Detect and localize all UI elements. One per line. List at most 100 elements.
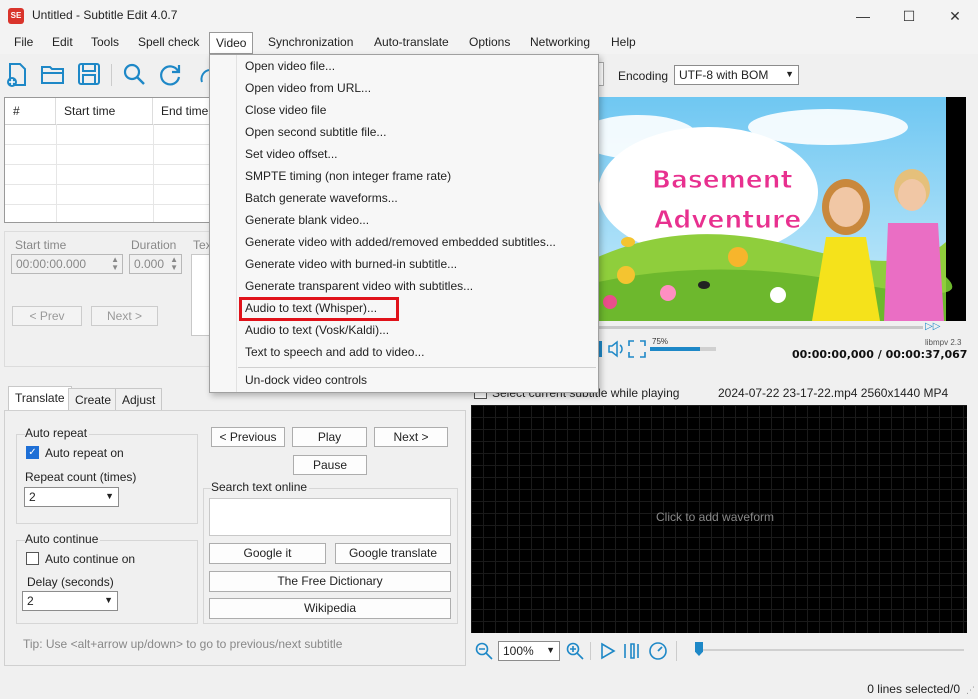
menu-synchronization[interactable]: Synchronization	[266, 35, 355, 49]
column-number[interactable]: #	[5, 98, 56, 124]
grid-header-divider	[5, 124, 211, 125]
search-icon[interactable]	[121, 62, 147, 88]
menu-bar: File Edit Tools Spell check Video Synchr…	[0, 32, 978, 54]
subtitle-grid[interactable]: # Start time End time	[4, 97, 211, 223]
menu-set-video-offset[interactable]: Set video offset...	[245, 143, 338, 165]
menu-help[interactable]: Help	[609, 35, 638, 49]
save-icon[interactable]	[76, 62, 102, 88]
search-text-input[interactable]	[209, 498, 451, 536]
next-button[interactable]: Next >	[91, 306, 158, 326]
minimize-button[interactable]: —	[840, 0, 886, 32]
video-preview[interactable]: Basement Adventure	[598, 97, 966, 321]
video-seek-bar[interactable]	[598, 326, 923, 329]
text-input[interactable]	[191, 254, 211, 336]
tab-adjust[interactable]: Adjust	[115, 388, 163, 410]
waveform-position-slider[interactable]	[698, 649, 964, 651]
waveform-area[interactable]: Click to add waveform	[471, 405, 967, 633]
partial-toolbar-icon[interactable]	[192, 64, 211, 86]
prev-button[interactable]: < Prev	[12, 306, 82, 326]
repeat-count-label: Repeat count (times)	[25, 470, 137, 484]
zoom-out-icon[interactable]	[475, 642, 493, 663]
encoding-select[interactable]: UTF-8 with BOM ▼	[674, 65, 799, 85]
resize-grip-icon[interactable]: ⋰	[966, 685, 975, 696]
zoom-value: 100%	[503, 644, 534, 658]
fullscreen-icon[interactable]	[628, 340, 646, 361]
chevron-down-icon: ▼	[104, 595, 113, 605]
menu-networking[interactable]: Networking	[528, 35, 592, 49]
volume-slider[interactable]	[650, 347, 716, 351]
pause-icon[interactable]	[623, 642, 641, 663]
tab-create[interactable]: Create	[68, 388, 119, 410]
menu-generate-burned-in[interactable]: Generate video with burned-in subtitle..…	[245, 253, 457, 275]
window-title: Untitled - Subtitle Edit 4.0.7	[32, 8, 178, 22]
menu-open-second-subtitle[interactable]: Open second subtitle file...	[245, 121, 386, 143]
repeat-count-value: 2	[29, 490, 36, 504]
menu-text-to-speech[interactable]: Text to speech and add to video...	[245, 341, 424, 363]
pause-button[interactable]: Pause	[293, 455, 367, 475]
app-icon: SE	[8, 8, 24, 24]
open-folder-icon[interactable]	[40, 62, 66, 88]
menu-tools[interactable]: Tools	[89, 35, 121, 49]
play-icon[interactable]	[599, 642, 617, 663]
volume-icon[interactable]	[607, 340, 625, 361]
menu-edit[interactable]: Edit	[50, 35, 75, 49]
next-subtitle-button[interactable]: Next >	[374, 427, 448, 447]
delay-select[interactable]: 2 ▼	[22, 591, 118, 611]
grid-line	[5, 184, 211, 185]
menu-gutter	[236, 55, 237, 392]
auto-continue-on-label: Auto continue on	[45, 552, 136, 566]
repeat-count-select[interactable]: 2 ▼	[24, 487, 119, 507]
partial-combo[interactable]	[599, 62, 604, 86]
duration-label: Duration	[131, 238, 177, 252]
menu-video[interactable]: Video	[209, 32, 254, 54]
tab-translate[interactable]: Translate	[8, 386, 72, 411]
encoding-label: Encoding	[618, 69, 669, 83]
engine-label: libmpv 2.3	[925, 338, 962, 347]
menu-separator	[238, 367, 596, 368]
waveform-placeholder: Click to add waveform	[656, 510, 775, 524]
start-time-input[interactable]: 00:00:00.000 ▲ ▼	[11, 254, 123, 274]
column-start-time[interactable]: Start time	[56, 98, 153, 124]
slider-thumb[interactable]	[695, 642, 703, 656]
zoom-in-icon[interactable]	[566, 642, 584, 663]
fast-forward-icon[interactable]: ▷▷	[925, 321, 940, 332]
previous-button[interactable]: < Previous	[211, 427, 285, 447]
menu-open-video-url[interactable]: Open video from URL...	[245, 77, 371, 99]
duration-value: 0.000	[134, 257, 165, 271]
menu-audio-to-text-vosk[interactable]: Audio to text (Vosk/Kaldi)...	[245, 319, 389, 341]
video-menu-dropdown: Open video file... Open video from URL..…	[209, 54, 599, 393]
auto-continue-checkbox[interactable]	[26, 552, 39, 565]
auto-repeat-checkbox[interactable]: ✓	[26, 446, 39, 459]
time-total: 00:00:37,067	[885, 348, 968, 361]
zoom-select[interactable]: 100% ▼	[498, 641, 560, 661]
new-file-icon[interactable]	[4, 62, 30, 88]
menu-generate-transparent[interactable]: Generate transparent video with subtitle…	[245, 275, 473, 297]
menu-file[interactable]: File	[12, 35, 35, 49]
menu-open-video-file[interactable]: Open video file...	[245, 55, 335, 77]
column-end-time[interactable]: End time	[153, 98, 211, 124]
maximize-button[interactable]: ☐	[886, 0, 932, 32]
menu-auto-translate[interactable]: Auto-translate	[372, 35, 451, 49]
menu-smpte-timing[interactable]: SMPTE timing (non integer frame rate)	[245, 165, 451, 187]
menu-options[interactable]: Options	[467, 35, 512, 49]
speed-gauge-icon[interactable]	[648, 641, 668, 664]
google-translate-button[interactable]: Google translate	[335, 543, 451, 564]
status-bar: 0 lines selected/0 ⋰	[0, 677, 978, 699]
chevron-down-icon: ▼	[785, 69, 794, 79]
duration-input[interactable]: 0.000 ▲ ▼	[129, 254, 182, 274]
menu-batch-waveforms[interactable]: Batch generate waveforms...	[245, 187, 398, 209]
search-online-label: Search text online	[211, 480, 310, 494]
time-current: 00:00:00,000	[792, 348, 874, 361]
play-button[interactable]: Play	[292, 427, 367, 447]
close-button[interactable]: ✕	[932, 0, 978, 32]
menu-close-video-file[interactable]: Close video file	[245, 99, 326, 121]
menu-generate-embedded-subtitles[interactable]: Generate video with added/removed embedd…	[245, 231, 556, 253]
wikipedia-button[interactable]: Wikipedia	[209, 598, 451, 619]
google-it-button[interactable]: Google it	[209, 543, 326, 564]
menu-generate-blank-video[interactable]: Generate blank video...	[245, 209, 369, 231]
tip-text: Tip: Use <alt+arrow up/down> to go to pr…	[23, 637, 343, 651]
menu-undock-video-controls[interactable]: Un-dock video controls	[245, 369, 367, 391]
refresh-icon[interactable]	[157, 62, 183, 88]
free-dictionary-button[interactable]: The Free Dictionary	[209, 571, 451, 592]
menu-spell-check[interactable]: Spell check	[136, 35, 201, 49]
